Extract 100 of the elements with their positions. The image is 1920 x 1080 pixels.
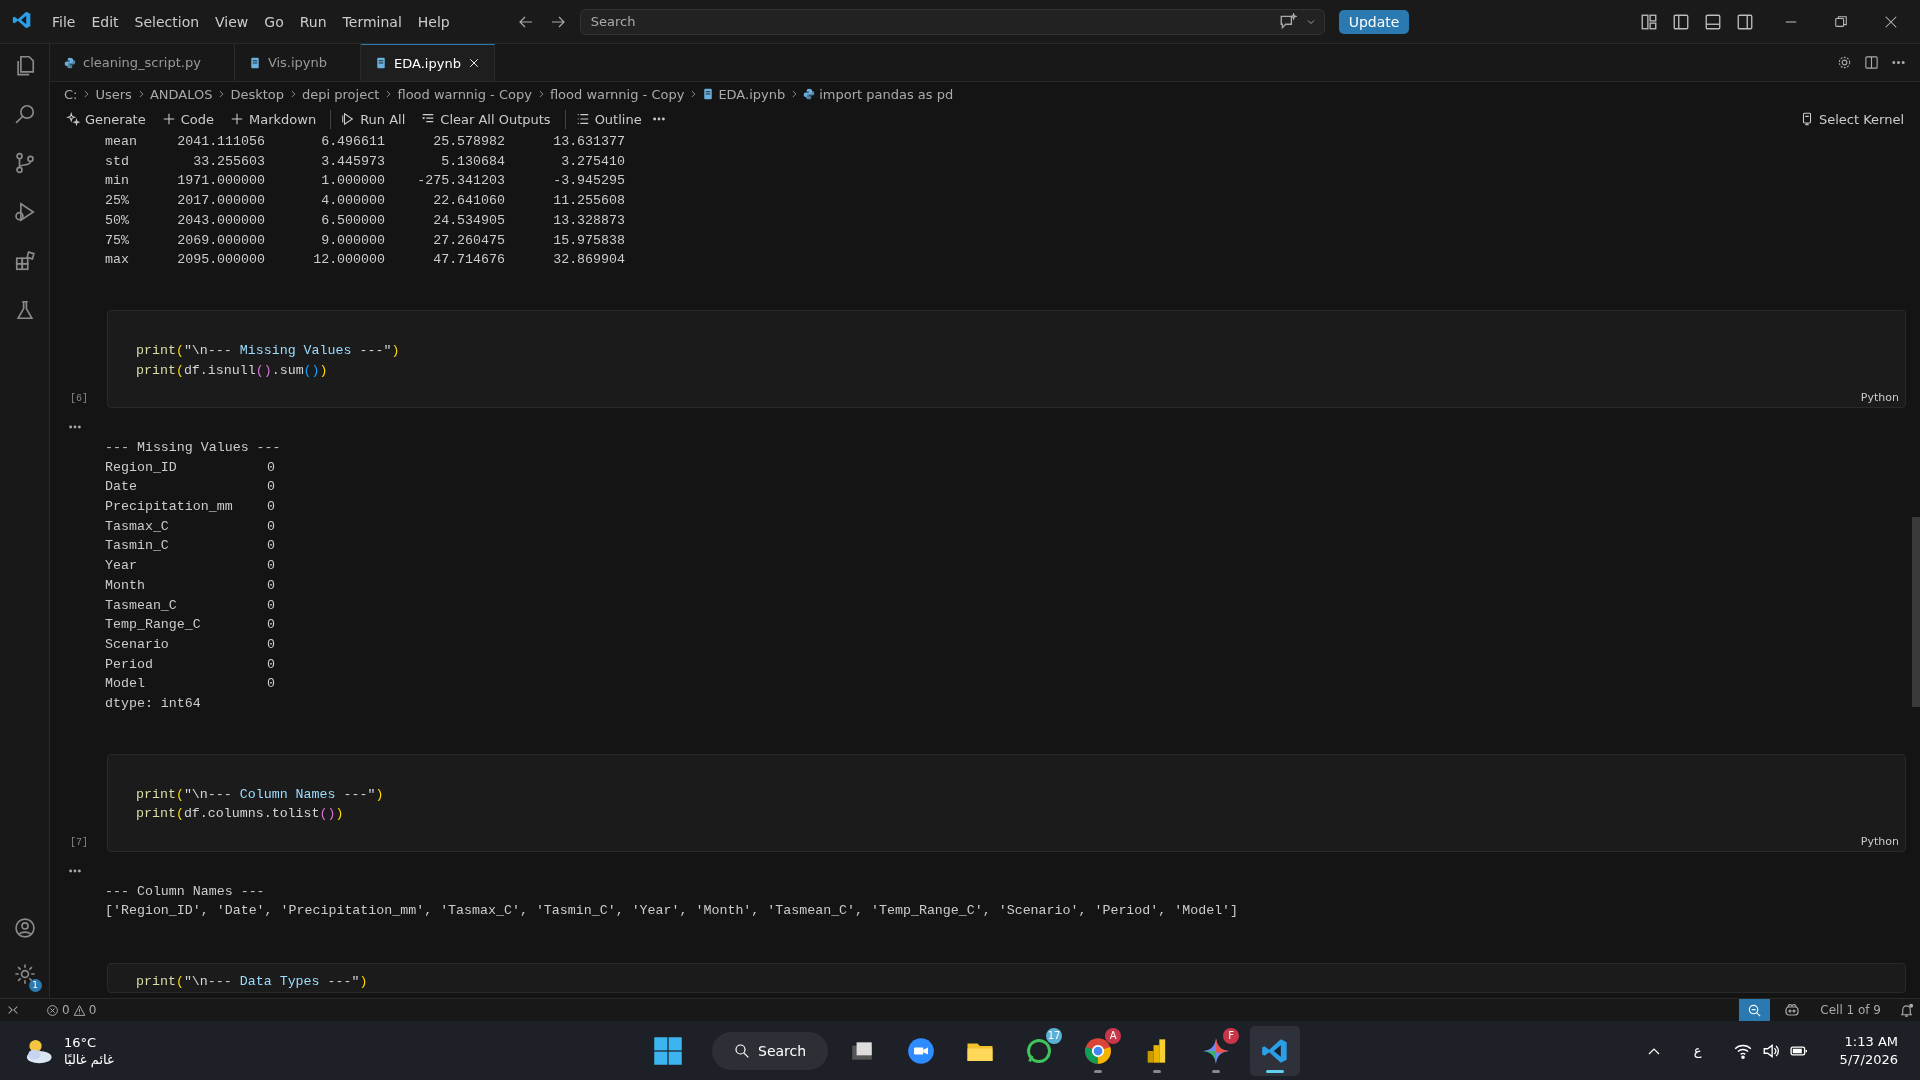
remote-icon[interactable] xyxy=(6,1003,20,1017)
breadcrumb-item[interactable]: import pandas as pd xyxy=(819,86,954,102)
copilot-icon[interactable] xyxy=(1784,1002,1801,1018)
output-line: ['Region_ID', 'Date', 'Precipitation_mm', 'Tasmax_C', 'Tasmin_C', 'Year', 'Month', 'Tasmean_C', 'Temp_Range_C', 'Scenario', 'Period', 'Model'] xyxy=(105,902,1239,921)
breadcrumb-item[interactable]: flood warnnig - Copy xyxy=(397,86,532,102)
missing-count: 0 xyxy=(267,498,276,517)
table-cell-text: 27.260475 xyxy=(432,231,505,250)
toolbar-button[interactable]: Markdown xyxy=(224,109,323,129)
row-label: mean xyxy=(105,133,138,151)
sidebar-right-icon[interactable] xyxy=(1736,12,1754,31)
breadcrumb-item[interactable]: depi project xyxy=(302,86,380,102)
toolbar-button[interactable]: Code xyxy=(155,109,220,129)
plus-icon xyxy=(230,112,244,126)
taskbar-search[interactable]: Search xyxy=(712,1031,829,1070)
zoom-out-icon[interactable] xyxy=(1747,1002,1763,1018)
table-cell-text: 3.275410 xyxy=(560,152,625,171)
code-line: print("\n--- Column Names ---") xyxy=(136,785,385,804)
notebook-icon xyxy=(702,88,715,100)
panel-bottom-icon[interactable] xyxy=(1704,12,1722,31)
menu-item[interactable]: Go xyxy=(256,9,292,34)
sidebar-left-icon[interactable] xyxy=(1672,12,1690,31)
source-control-icon[interactable] xyxy=(13,152,36,174)
table-cell-text: 13.631377 xyxy=(552,133,625,151)
toolbar-button[interactable]: Run All xyxy=(330,109,412,129)
toolbar-button[interactable]: Generate xyxy=(60,109,152,129)
start-icon[interactable] xyxy=(653,1035,683,1066)
search-icon xyxy=(734,1042,750,1059)
close-icon[interactable] xyxy=(467,57,480,69)
table-cell-text: 25.578982 xyxy=(432,133,505,151)
missing-count: 0 xyxy=(267,616,276,635)
menu-item[interactable]: Selection xyxy=(126,9,208,34)
outline-icon xyxy=(575,112,590,126)
breadcrumb-item[interactable]: Desktop xyxy=(230,86,285,102)
layout-icon[interactable] xyxy=(1640,12,1658,31)
language-label[interactable]: Python xyxy=(1860,834,1899,849)
close-icon[interactable] xyxy=(1884,14,1898,29)
temperature[interactable]: 16°C xyxy=(64,1033,114,1051)
breadcrumb-item[interactable]: C: xyxy=(64,86,78,102)
code-line: print("\n--- Data Types ---") xyxy=(136,973,369,992)
table-cell-text: 6.496611 xyxy=(320,133,385,151)
restore-icon[interactable] xyxy=(1834,14,1848,29)
table-cell-text: 13.328873 xyxy=(552,211,625,230)
code-cell[interactable]: print("\n--- Missing Values ---") print(df.isnull().sum()) Python xyxy=(107,309,1906,408)
split-editor-icon[interactable] xyxy=(1864,55,1879,70)
search-field[interactable]: Search xyxy=(579,8,1325,35)
search-icon[interactable] xyxy=(13,103,36,125)
taskbar-app[interactable]: F xyxy=(1191,1025,1242,1076)
column-name: Tasmean_C xyxy=(105,596,178,615)
select-kernel-button[interactable]: Select Kernel xyxy=(1793,109,1910,129)
missing-count: 0 xyxy=(267,596,276,615)
account-icon[interactable] xyxy=(13,917,36,939)
table-cell-text: 9.000000 xyxy=(320,231,385,250)
missing-count: 0 xyxy=(267,576,276,595)
settings-icon[interactable] xyxy=(1837,55,1852,70)
clock-date[interactable]: 5/7/2026 xyxy=(1839,1050,1898,1069)
scrollbar[interactable] xyxy=(1912,517,1920,707)
table-cell-text: 5.130684 xyxy=(440,152,505,171)
cell-position[interactable]: Cell 1 of 9 xyxy=(1814,1003,1887,1017)
row-label: 75% xyxy=(105,231,130,250)
volume-icon[interactable] xyxy=(1761,1041,1780,1060)
input-language[interactable]: ع xyxy=(1693,1043,1702,1058)
toolbar-button[interactable]: Outline xyxy=(564,109,648,129)
column-name: Period xyxy=(105,655,154,674)
menu-item[interactable]: Edit xyxy=(83,9,127,34)
menu-item[interactable]: View xyxy=(207,9,257,34)
warning-count[interactable]: 0 xyxy=(88,1003,97,1017)
run-debug-icon[interactable] xyxy=(13,201,36,223)
breadcrumb-item[interactable]: ANDALOS xyxy=(149,86,213,102)
taskbar-app[interactable]: A xyxy=(1073,1025,1124,1076)
error-count[interactable]: 0 xyxy=(62,1003,70,1017)
menu-item[interactable]: Help xyxy=(409,9,458,34)
extensions-icon[interactable] xyxy=(13,250,36,272)
table-cell-text: 15.975838 xyxy=(552,231,625,250)
table-cell-text: 22.641060 xyxy=(432,192,505,211)
clock-time[interactable]: 1:13 AM xyxy=(1844,1032,1898,1051)
menu-item[interactable]: Run xyxy=(291,9,335,34)
breadcrumb-item[interactable]: Users xyxy=(95,86,132,102)
language-label[interactable]: Python xyxy=(1860,390,1899,405)
output-heading: --- Missing Values --- xyxy=(105,438,282,457)
video-call-icon xyxy=(907,1036,936,1065)
update-button[interactable]: Update xyxy=(1338,9,1410,34)
breadcrumb-item[interactable]: EDA.ipynb xyxy=(718,86,786,102)
editor-tab[interactable]: EDA.ipynb xyxy=(361,44,495,81)
bell-icon[interactable] xyxy=(1899,1002,1914,1018)
breadcrumb-item[interactable]: flood warnnig - Copy xyxy=(549,86,685,102)
editor-tab[interactable]: cleaning_script.py xyxy=(50,44,235,81)
table-cell-text: 2017.000000 xyxy=(176,192,265,211)
code-cell[interactable]: print("\n--- Column Names ---") print(df.columns.tolist()) Python xyxy=(107,753,1906,852)
menu-item[interactable]: Terminal xyxy=(334,9,410,34)
weather-condition[interactable]: غائم غالبًا xyxy=(64,1050,114,1068)
table-cell-text: 2095.000000 xyxy=(176,251,265,270)
chat-sparkle-icon[interactable] xyxy=(1278,12,1297,31)
code-cell[interactable]: print("\n--- Data Types ---") xyxy=(107,963,1906,993)
row-label: min xyxy=(105,172,130,191)
python-icon xyxy=(803,88,816,100)
toolbar-button[interactable]: Clear All Outputs xyxy=(415,109,557,129)
menu-item[interactable]: File xyxy=(44,9,84,34)
notification-badge: 1 xyxy=(28,979,42,992)
table-cell-text: 33.255603 xyxy=(192,152,265,171)
table-cell-text: 6.500000 xyxy=(320,211,385,230)
